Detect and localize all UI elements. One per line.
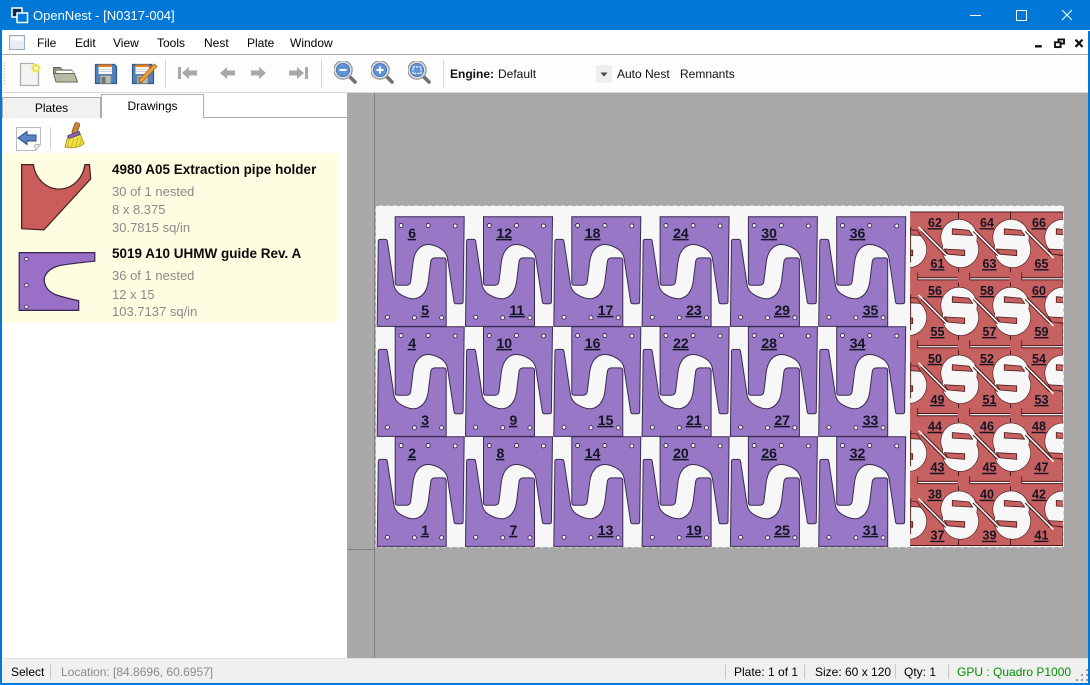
svg-text:64: 64 [980, 216, 994, 230]
svg-text:34: 34 [850, 335, 866, 351]
svg-text:14: 14 [585, 445, 601, 461]
svg-text:58: 58 [980, 284, 994, 298]
svg-text:51: 51 [983, 393, 997, 407]
svg-text:36: 36 [850, 225, 866, 241]
svg-text:38: 38 [928, 488, 942, 502]
svg-text:37: 37 [931, 529, 945, 543]
svg-text:28: 28 [761, 335, 777, 351]
svg-text:3: 3 [421, 412, 429, 428]
svg-text:49: 49 [931, 393, 945, 407]
svg-text:61: 61 [931, 257, 945, 271]
svg-text:12: 12 [497, 225, 513, 241]
svg-text:26: 26 [761, 445, 777, 461]
svg-text:22: 22 [673, 335, 689, 351]
svg-text:50: 50 [928, 352, 942, 366]
svg-text:47: 47 [1035, 461, 1049, 475]
svg-text:20: 20 [673, 445, 689, 461]
svg-text:33: 33 [863, 412, 879, 428]
svg-text:29: 29 [774, 302, 790, 318]
svg-text:54: 54 [1032, 352, 1046, 366]
svg-text:25: 25 [774, 522, 790, 538]
svg-text:17: 17 [598, 302, 614, 318]
svg-text:44: 44 [928, 420, 942, 434]
svg-text:1: 1 [421, 522, 429, 538]
svg-text:52: 52 [980, 352, 994, 366]
svg-text:10: 10 [497, 335, 513, 351]
svg-text:13: 13 [598, 522, 614, 538]
svg-text:24: 24 [673, 225, 689, 241]
svg-text:56: 56 [928, 284, 942, 298]
svg-text:60: 60 [1032, 284, 1046, 298]
svg-text:19: 19 [686, 522, 702, 538]
svg-text:39: 39 [983, 529, 997, 543]
svg-text:66: 66 [1032, 216, 1046, 230]
svg-text:40: 40 [980, 488, 994, 502]
svg-text:53: 53 [1035, 393, 1049, 407]
svg-text:35: 35 [863, 302, 879, 318]
svg-text:18: 18 [585, 225, 601, 241]
svg-text:8: 8 [497, 445, 505, 461]
svg-text:55: 55 [931, 325, 945, 339]
svg-text:5: 5 [421, 302, 429, 318]
svg-text:48: 48 [1032, 420, 1046, 434]
svg-text:7: 7 [510, 522, 518, 538]
svg-text:63: 63 [983, 257, 997, 271]
svg-text:21: 21 [686, 412, 702, 428]
svg-text:6: 6 [408, 225, 416, 241]
svg-text:30: 30 [761, 225, 777, 241]
svg-text:42: 42 [1032, 488, 1046, 502]
svg-text:23: 23 [686, 302, 702, 318]
svg-text:43: 43 [931, 461, 945, 475]
svg-text:4: 4 [408, 335, 416, 351]
svg-text:57: 57 [983, 325, 997, 339]
svg-text:11: 11 [510, 302, 525, 318]
svg-text:16: 16 [585, 335, 601, 351]
svg-text:27: 27 [774, 412, 790, 428]
svg-text:9: 9 [510, 412, 518, 428]
svg-text:15: 15 [598, 412, 614, 428]
svg-text:62: 62 [928, 216, 942, 230]
svg-text:2: 2 [408, 445, 416, 461]
svg-text:32: 32 [850, 445, 866, 461]
svg-text:45: 45 [983, 461, 997, 475]
svg-text:46: 46 [980, 420, 994, 434]
svg-text:65: 65 [1035, 257, 1049, 271]
svg-text:41: 41 [1035, 529, 1049, 543]
svg-text:31: 31 [863, 522, 879, 538]
svg-text:59: 59 [1035, 325, 1049, 339]
